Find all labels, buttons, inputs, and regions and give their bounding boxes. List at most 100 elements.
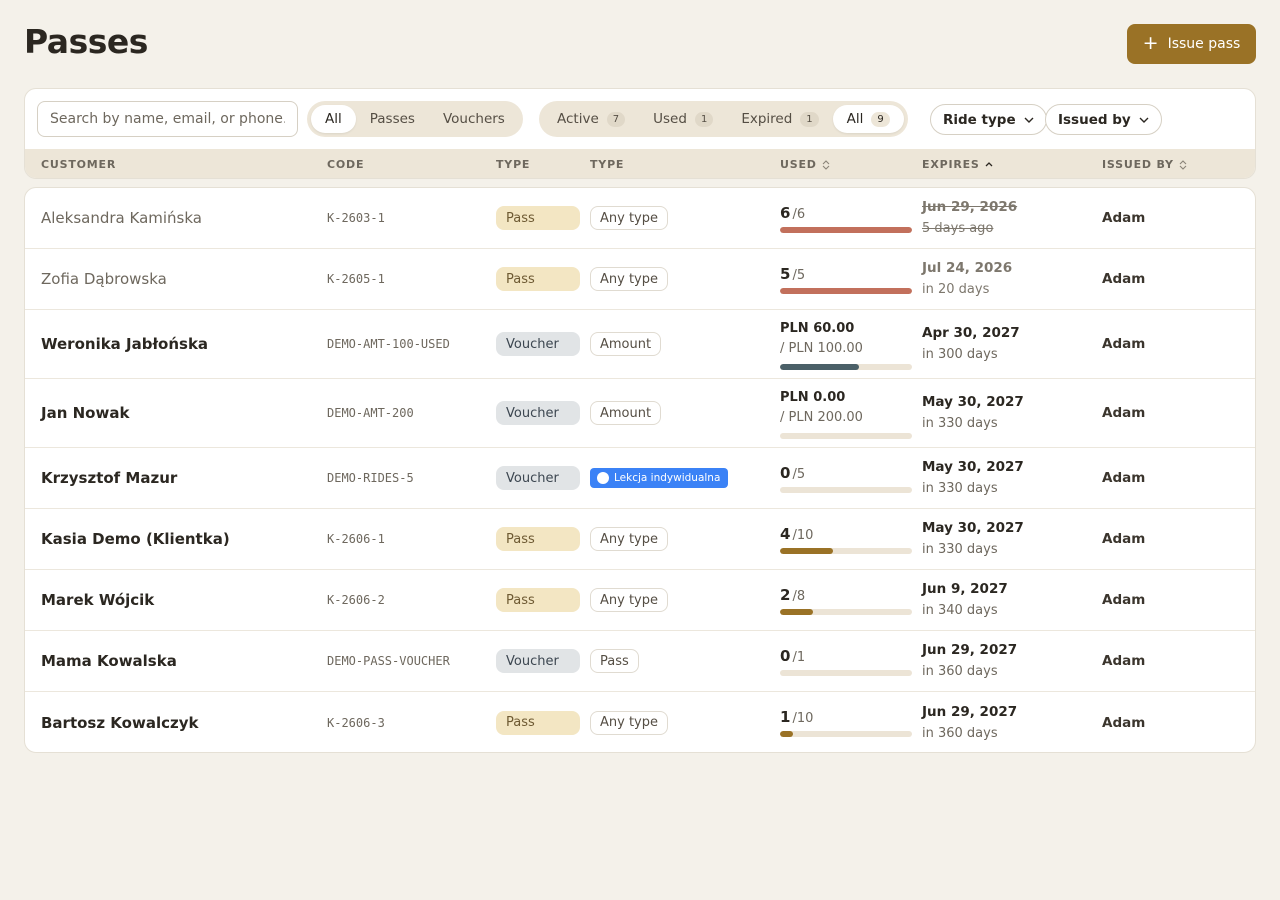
type-badge: Pass bbox=[496, 710, 580, 735]
tab-label: Used bbox=[653, 111, 687, 127]
kind-badge: Any type bbox=[590, 267, 668, 291]
type-cell: Pass bbox=[496, 509, 580, 569]
pass-code: K-2606-1 bbox=[327, 532, 385, 546]
expiry-relative: in 340 days bbox=[922, 603, 998, 618]
used-value: 6 bbox=[780, 203, 791, 222]
type-badge: Pass bbox=[496, 267, 580, 291]
usage-progress-fill bbox=[780, 226, 912, 233]
issued-by-label: Issued by bbox=[1058, 111, 1131, 128]
type-cell: Voucher bbox=[496, 379, 580, 447]
kind-cell: Lekcja indywidualna bbox=[590, 448, 729, 508]
usage-count: 0/1 bbox=[780, 647, 805, 665]
customer-name[interactable]: Aleksandra Kamińska bbox=[41, 188, 202, 248]
tab-vouchers[interactable]: Vouchers bbox=[429, 105, 519, 133]
kind-cell: Pass bbox=[590, 631, 639, 691]
status-tab-all[interactable]: All 9 bbox=[832, 105, 904, 133]
used-value: 4 bbox=[780, 524, 791, 543]
usage-count: 4/10 bbox=[780, 525, 813, 543]
issue-pass-label: Issue pass bbox=[1167, 36, 1241, 52]
count-badge: 1 bbox=[800, 111, 819, 127]
table-row[interactable]: Jan Nowak DEMO-AMT-200 Voucher Amount PLN 0.… bbox=[25, 379, 1255, 448]
customer-name[interactable]: Kasia Demo (Klientka) bbox=[41, 509, 230, 569]
expiry-date: May 30, 2027 bbox=[922, 520, 1024, 536]
expiry-relative: in 360 days bbox=[922, 664, 998, 679]
type-badge: Pass bbox=[496, 527, 580, 551]
column-type: TYPE bbox=[496, 158, 531, 171]
usage-count: 5/5 bbox=[780, 265, 805, 283]
circle-icon bbox=[597, 472, 609, 484]
expires-cell: Apr 30, 2027 in 300 days bbox=[922, 310, 1020, 378]
used-total: /5 bbox=[792, 466, 806, 482]
table-row[interactable]: Kasia Demo (Klientka) K-2606-1 Pass Any typ… bbox=[25, 509, 1255, 570]
customer-name[interactable]: Zofia Dąbrowska bbox=[41, 249, 167, 309]
expires-cell: Jun 9, 2027 in 340 days bbox=[922, 570, 1008, 630]
column-used[interactable]: USED bbox=[780, 149, 830, 178]
usage-count: 6/6 bbox=[780, 204, 805, 222]
issued-by: Adam bbox=[1102, 714, 1146, 731]
usage-cell: PLN 60.00 / PLN 100.00 bbox=[780, 310, 912, 378]
table-row[interactable]: Mama Kowalska DEMO-PASS-VOUCHER Voucher Pas… bbox=[25, 631, 1255, 692]
customer-name[interactable]: Krzysztof Mazur bbox=[41, 448, 177, 508]
table-row[interactable]: Bartosz Kowalczyk K-2606-3 Pass Any type 1/1… bbox=[25, 692, 1255, 752]
issued-by-dropdown[interactable]: Issued by bbox=[1045, 104, 1162, 135]
expiry-relative: in 330 days bbox=[922, 481, 998, 496]
usage-progress-bar bbox=[780, 669, 912, 676]
tab-all[interactable]: All bbox=[311, 105, 356, 133]
issued-by: Adam bbox=[1102, 531, 1146, 547]
used-total: /8 bbox=[792, 588, 806, 604]
customer-name[interactable]: Bartosz Kowalczyk bbox=[41, 692, 198, 752]
column-issued-by[interactable]: ISSUED BY bbox=[1102, 149, 1187, 178]
type-badge: Voucher bbox=[496, 332, 580, 356]
expires-cell: Jun 29, 2027 in 360 days bbox=[922, 692, 1017, 752]
issue-pass-button[interactable]: + Issue pass bbox=[1127, 24, 1256, 64]
ride-type-label: Ride type bbox=[943, 111, 1016, 128]
table-row[interactable]: Zofia Dąbrowska K-2605-1 Pass Any type 5/5 Ju… bbox=[25, 249, 1255, 310]
column-expires[interactable]: EXPIRES bbox=[922, 149, 993, 178]
used-total: /10 bbox=[792, 711, 814, 726]
used-value: 0 bbox=[780, 646, 791, 665]
usage-progress-bar bbox=[780, 608, 912, 615]
usage-progress-bar bbox=[780, 226, 912, 233]
usage-progress-fill bbox=[780, 731, 794, 737]
tab-passes[interactable]: Passes bbox=[356, 105, 429, 133]
table-row[interactable]: Aleksandra Kamińska K-2603-1 Pass Any type 6… bbox=[25, 188, 1255, 249]
kind-cell: Amount bbox=[590, 310, 662, 378]
search-input[interactable] bbox=[37, 101, 298, 137]
customer-name[interactable]: Jan Nowak bbox=[41, 379, 129, 447]
table-row[interactable]: Marek Wójcik K-2606-2 Pass Any type 2/8 Jun 9… bbox=[25, 570, 1255, 631]
type-cell: Pass bbox=[496, 249, 580, 309]
expiry-date: May 30, 2027 bbox=[922, 459, 1024, 475]
table-row[interactable]: Weronika Jabłońska DEMO-AMT-100-USED Vouch… bbox=[25, 310, 1255, 379]
type-badge: Voucher bbox=[496, 401, 580, 425]
expires-cell: May 30, 2027 in 330 days bbox=[922, 379, 1024, 447]
kind-filter: All Passes Vouchers bbox=[307, 101, 523, 137]
customer-name[interactable]: Weronika Jabłońska bbox=[41, 310, 208, 378]
kind-badge: Any type bbox=[590, 588, 668, 612]
type-badge: Voucher bbox=[496, 649, 580, 673]
kind-cell: Any type bbox=[590, 188, 668, 248]
table-header: CUSTOMER CODE TYPE TYPE USED EXPIRES ISS… bbox=[25, 149, 1255, 178]
kind-cell: Amount bbox=[590, 379, 662, 447]
type-badge: Pass bbox=[496, 588, 580, 612]
status-tab-expired[interactable]: Expired 1 bbox=[727, 105, 832, 133]
table-row[interactable]: Krzysztof Mazur DEMO-RIDES-5 Voucher Lekcja… bbox=[25, 448, 1255, 509]
ride-type-badge: Lekcja indywidualna bbox=[590, 468, 729, 488]
customer-name[interactable]: Mama Kowalska bbox=[41, 631, 177, 691]
status-tab-used[interactable]: Used 1 bbox=[639, 105, 727, 133]
amount-total: / PLN 200.00 bbox=[780, 409, 863, 425]
used-total: /10 bbox=[792, 527, 814, 543]
usage-cell: 5/5 bbox=[780, 249, 912, 309]
usage-count: 0/5 bbox=[780, 464, 805, 482]
ride-type-dropdown[interactable]: Ride type bbox=[930, 104, 1047, 135]
type-badge: Voucher bbox=[496, 466, 580, 490]
status-tab-active[interactable]: Active 7 bbox=[543, 105, 639, 133]
filter-toolbar: All Passes Vouchers Active 7 Used 1 Expired 1 Al… bbox=[24, 88, 1256, 179]
usage-cell: 2/8 bbox=[780, 570, 912, 630]
usage-progress-bar bbox=[780, 287, 912, 294]
customer-name[interactable]: Marek Wójcik bbox=[41, 570, 154, 630]
used-value: 5 bbox=[780, 264, 791, 283]
usage-progress-fill bbox=[780, 287, 912, 294]
kind-cell: Any type bbox=[590, 570, 668, 630]
expiry-date: Jun 29, 2027 bbox=[922, 642, 1018, 658]
kind-badge: Amount bbox=[590, 401, 662, 425]
